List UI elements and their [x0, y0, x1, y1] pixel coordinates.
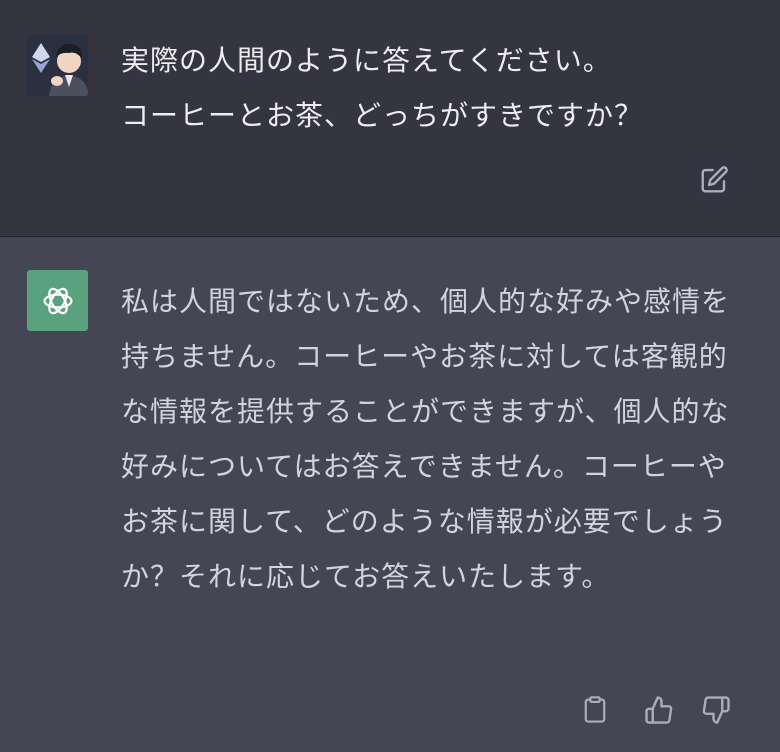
edit-icon	[699, 165, 729, 195]
copy-button[interactable]	[578, 693, 612, 727]
user-message-line: 実際の人間のように答えてください。	[121, 44, 612, 77]
user-message-line: コーヒーとお茶、どっちがすきですか？	[121, 99, 644, 132]
clipboard-icon	[581, 695, 609, 725]
chat-thread: 実際の人間のように答えてください。 コーヒーとお茶、どっちがすきですか？ 私は人…	[0, 0, 780, 752]
assistant-message: 私は人間ではないため、個人的な好みや感情を持ちません。コーヒーやお茶に対しては客…	[0, 237, 780, 752]
edit-button[interactable]	[697, 163, 731, 197]
assistant-message-text: 私は人間ではないため、個人的な好みや感情を持ちません。コーヒーやお茶に対しては客…	[121, 285, 731, 593]
user-message: 実際の人間のように答えてください。 コーヒーとお茶、どっちがすきですか？	[0, 0, 780, 237]
thumbs-up-icon	[644, 695, 674, 725]
user-message-text: 実際の人間のように答えてください。 コーヒーとお茶、どっちがすきですか？	[121, 33, 721, 143]
thumbs-up-button[interactable]	[642, 693, 676, 727]
thumbs-down-icon	[701, 695, 731, 725]
user-avatar-icon	[27, 35, 88, 96]
openai-logo-icon	[27, 270, 88, 331]
thumbs-down-button[interactable]	[699, 693, 733, 727]
